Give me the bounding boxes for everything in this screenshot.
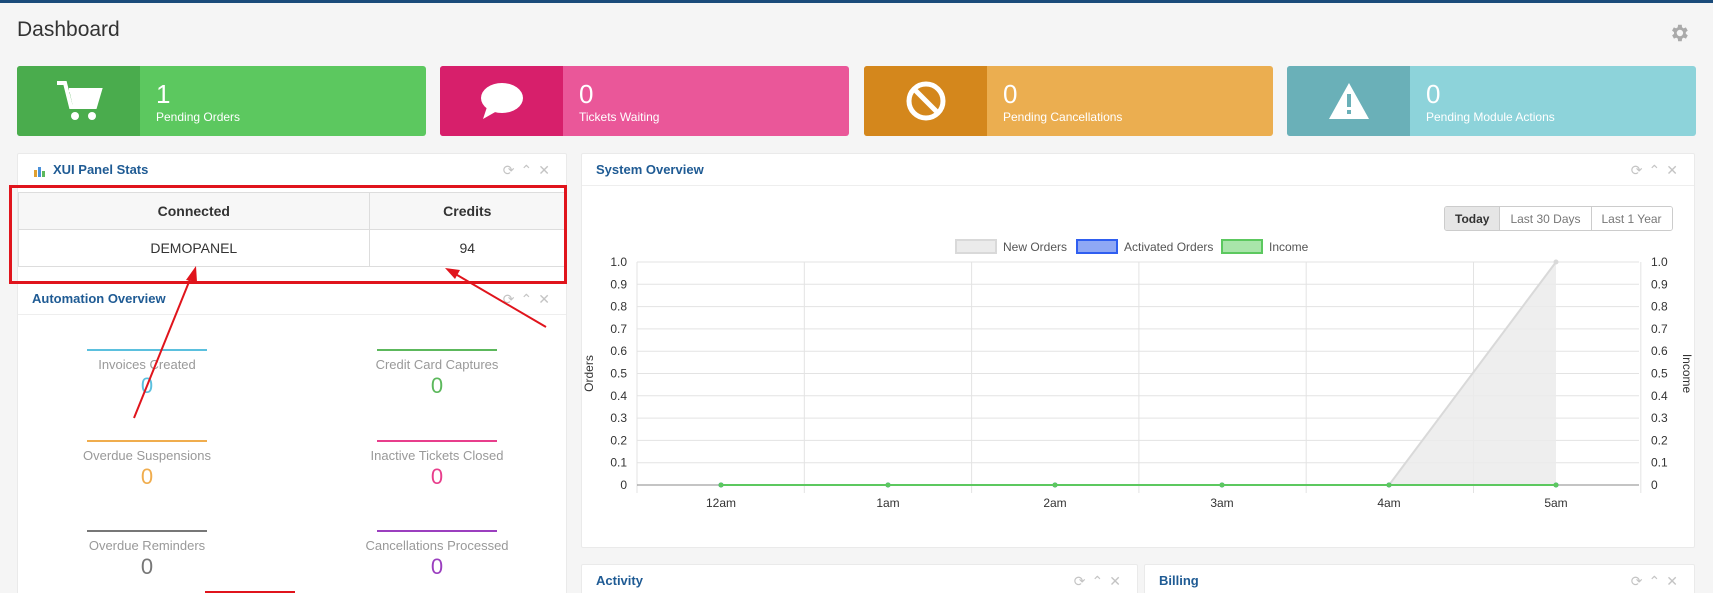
x-tick-label: 4am [1377, 496, 1400, 510]
close-icon[interactable]: ✕ [1666, 573, 1684, 589]
y2-tick-label: 0 [1651, 478, 1658, 492]
y2-tick-label: 0.5 [1651, 367, 1668, 381]
y-tick-label: 0.6 [610, 344, 627, 358]
data-point [1386, 482, 1392, 488]
range-1-year-button[interactable]: Last 1 Year [1590, 207, 1672, 230]
range-selector: Today Last 30 Days Last 1 Year [1444, 206, 1673, 231]
y-tick-label: 0.3 [610, 411, 627, 425]
y-tick-label: 0.1 [610, 456, 627, 470]
collapse-icon[interactable]: ⌃ [1092, 573, 1110, 589]
refresh-icon[interactable]: ⟳ [1631, 573, 1649, 589]
range-30-days-button[interactable]: Last 30 Days [1499, 207, 1591, 230]
y-axis-title: Orders [582, 355, 596, 392]
y2-tick-label: 1.0 [1651, 255, 1668, 269]
x-tick-label: 3am [1210, 496, 1233, 510]
panel-title: System Overview [596, 162, 704, 177]
y2-tick-label: 0.8 [1651, 300, 1668, 314]
y-tick-label: 0.2 [610, 433, 627, 447]
x-tick-label: 5am [1544, 496, 1567, 510]
y2-tick-label: 0.7 [1651, 322, 1668, 336]
data-point [1553, 482, 1559, 488]
y-tick-label: 0.4 [610, 389, 627, 403]
y2-tick-label: 0.2 [1651, 433, 1668, 447]
data-point [885, 482, 891, 488]
x-tick-label: 1am [876, 496, 899, 510]
x-tick-label: 12am [706, 496, 736, 510]
close-icon[interactable]: ✕ [1666, 162, 1684, 178]
panel-tools: ⟳⌃✕ [1631, 162, 1684, 179]
panel-title: Activity [596, 573, 643, 588]
y-tick-label: 0.9 [610, 277, 627, 291]
collapse-icon[interactable]: ⌃ [1649, 573, 1667, 589]
collapse-icon[interactable]: ⌃ [1649, 162, 1667, 178]
panel-tools: ⟳⌃✕ [1074, 573, 1127, 590]
system-overview-chart: 0 0 0.1 0.1 0.2 0.2 0.3 0.3 0.4 0.4 0.5 0.5 0.6 0.6 0.… [582, 255, 1694, 510]
panel-tools: ⟳⌃✕ [1631, 573, 1684, 590]
y2-tick-label: 0.6 [1651, 344, 1668, 358]
refresh-icon[interactable]: ⟳ [1631, 162, 1649, 178]
data-point [1219, 482, 1225, 488]
y-tick-label: 0 [620, 478, 627, 492]
x-tick-label: 2am [1043, 496, 1066, 510]
activity-panel: Activity ⟳⌃✕ [581, 564, 1138, 593]
close-icon[interactable]: ✕ [1109, 573, 1127, 589]
panel-title: Billing [1159, 573, 1199, 588]
y2-axis-title: Income [1680, 354, 1694, 394]
data-point [1052, 482, 1058, 488]
refresh-icon[interactable]: ⟳ [1074, 573, 1092, 589]
data-point [1553, 259, 1559, 265]
data-point [718, 482, 724, 488]
y-tick-label: 0.8 [610, 300, 627, 314]
billing-panel: Billing ⟳⌃✕ [1144, 564, 1695, 593]
y-tick-label: 0.5 [610, 367, 627, 381]
y2-tick-label: 0.1 [1651, 456, 1668, 470]
y2-tick-label: 0.3 [1651, 411, 1668, 425]
y2-tick-label: 0.9 [1651, 277, 1668, 291]
y-tick-label: 0.7 [610, 322, 627, 336]
y2-tick-label: 0.4 [1651, 389, 1668, 403]
y-tick-label: 1.0 [610, 255, 627, 269]
panel-divider [582, 185, 1694, 186]
range-today-button[interactable]: Today [1445, 207, 1500, 230]
